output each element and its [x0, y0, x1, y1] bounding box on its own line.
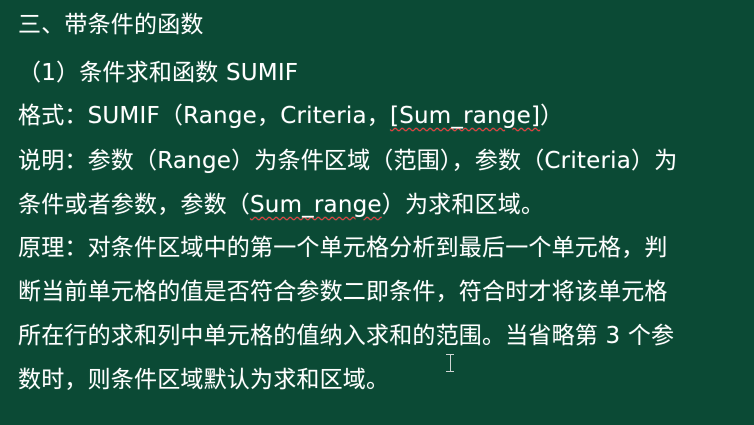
subsection-title: （1）条件求和函数 SUMIF — [18, 60, 299, 86]
format-line: 格式：SUMIF（Range，Criteria，[Sum_range]） — [18, 101, 563, 131]
desc2-prefix: 条件或者参数，参数（ — [18, 192, 250, 218]
ibeam-cursor-icon — [446, 354, 454, 372]
ibeam-cursor-stem — [449, 355, 451, 371]
format-suffix: ） — [540, 103, 564, 129]
description-line-1: 说明：参数（Range）为条件区域（范围），参数（Criteria）为 — [18, 148, 678, 174]
principle-line-3: 所在行的求和列中单元格的值纳入求和的范围。当省略第 3 个参 — [18, 323, 675, 349]
desc2-suffix: ）为求和区域。 — [381, 192, 545, 218]
sum-range-underlined: [Sum_range] — [390, 103, 541, 129]
principle-line-1: 原理：对条件区域中的第一个单元格分析到最后一个单元格，判 — [18, 235, 668, 261]
principle-line-2: 断当前单元格的值是否符合参数二即条件，符合时才将该单元格 — [18, 279, 668, 305]
format-prefix: 格式：SUMIF（Range，Criteria， — [18, 103, 391, 129]
principle-line-4: 数时，则条件区域默认为求和区域。 — [18, 367, 390, 393]
section-title: 三、带条件的函数 — [18, 12, 204, 38]
description-line-2: 条件或者参数，参数（Sum_range）为求和区域。 — [18, 190, 544, 220]
desc2-sum-range-underlined: Sum_range — [250, 192, 382, 218]
slide-canvas: 三、带条件的函数 （1）条件求和函数 SUMIF 格式：SUMIF（Range，… — [0, 0, 754, 425]
